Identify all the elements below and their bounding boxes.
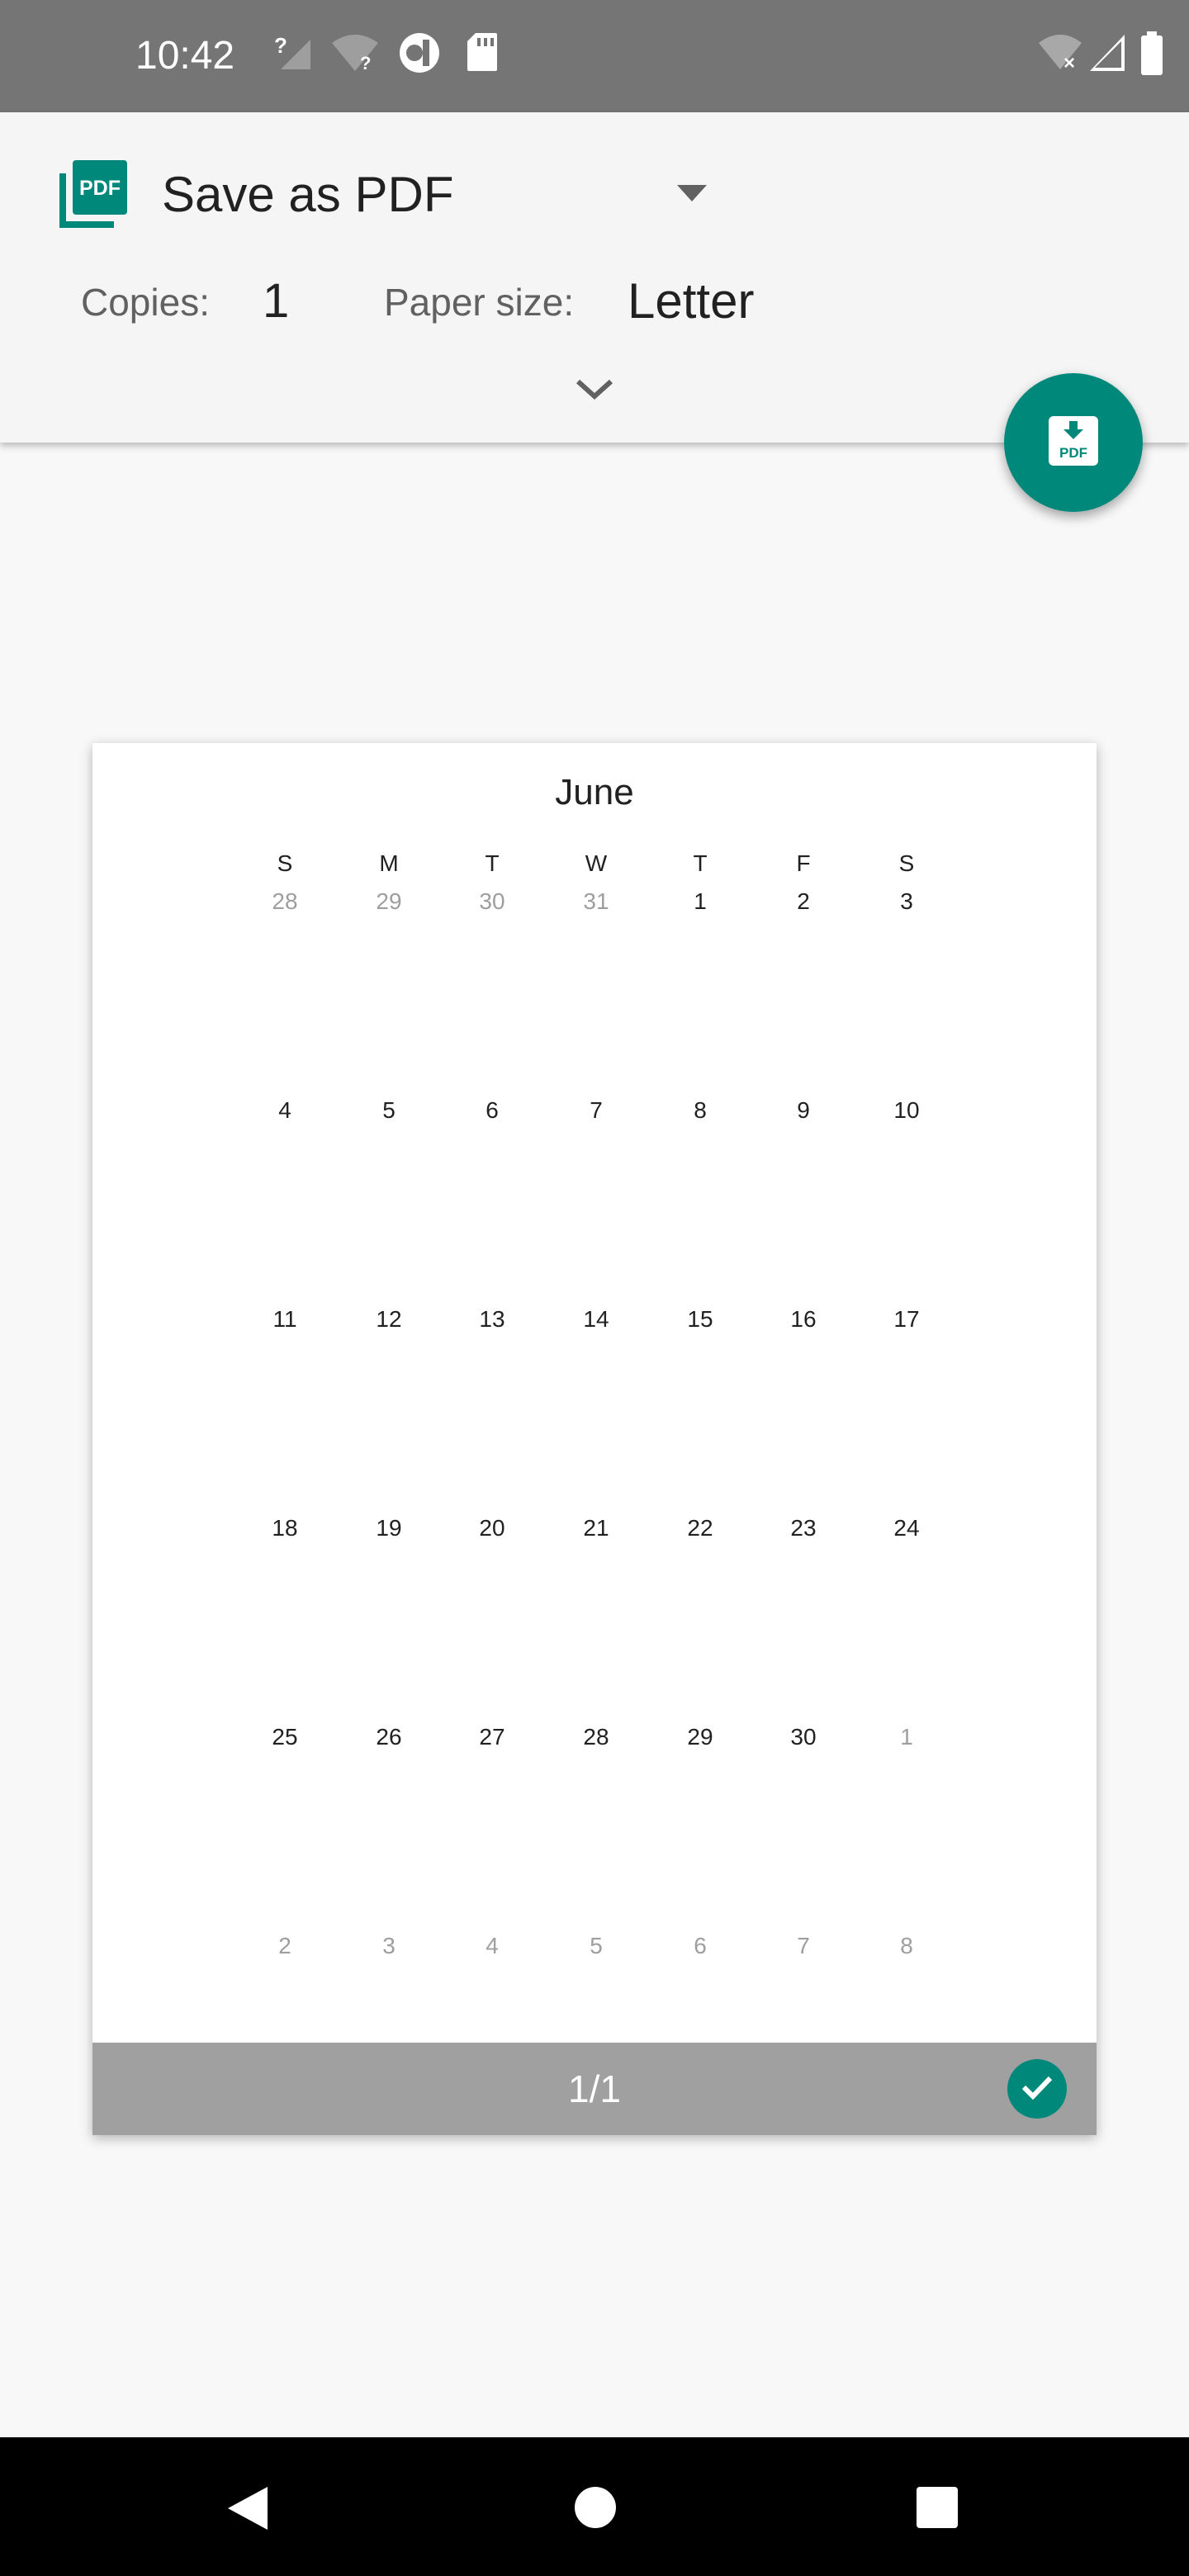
- weekday-label: W: [585, 850, 608, 876]
- svg-text:×: ×: [1063, 52, 1075, 73]
- printer-selector[interactable]: Save as PDF: [162, 163, 453, 226]
- calendar-day: 4: [486, 1933, 499, 1958]
- weekday-label: M: [379, 850, 399, 876]
- calendar-day: 28: [272, 888, 298, 914]
- calendar-day: 25: [272, 1724, 298, 1750]
- cell-signal-icon: [1088, 31, 1126, 77]
- calendar-day: 11: [272, 1306, 297, 1332]
- sd-card-icon: [466, 31, 499, 77]
- weekday-label: T: [485, 850, 500, 876]
- calendar-day: 12: [376, 1306, 402, 1332]
- calendar-day: 26: [376, 1724, 402, 1750]
- page-preview[interactable]: June S M T W T F S 28 29 30 31 1 2 3 4 5 6 7 8 9 10 11…: [92, 743, 1097, 2135]
- calendar-day: 23: [790, 1515, 817, 1541]
- check-icon: [1019, 2069, 1055, 2110]
- weekday-label: S: [277, 850, 293, 876]
- calendar-day: 13: [479, 1306, 505, 1332]
- navigation-bar: [0, 2437, 1189, 2576]
- calendar-day: 5: [590, 1933, 603, 1958]
- paper-size-label: Paper size:: [384, 281, 575, 324]
- calendar-day: 3: [900, 888, 913, 914]
- calendar-day: 31: [583, 888, 609, 914]
- app-notification-icon: [398, 31, 441, 78]
- calendar-day: 15: [687, 1306, 713, 1332]
- calendar-day: 21: [583, 1515, 609, 1541]
- calendar-day: 1: [694, 888, 707, 914]
- calendar-day: 6: [694, 1933, 707, 1958]
- wifi-unknown-icon: ?: [330, 31, 380, 77]
- calendar-day: 22: [687, 1515, 713, 1541]
- calendar-day: 5: [382, 1097, 396, 1123]
- svg-text:PDF: PDF: [1059, 445, 1087, 461]
- print-options-panel: PDF Save as PDF Copies: 1 Paper size: Le…: [0, 112, 1189, 443]
- calendar-day: 19: [376, 1515, 402, 1541]
- chevron-down-icon[interactable]: [575, 376, 614, 405]
- calendar-day: 10: [893, 1097, 920, 1123]
- calendar-day: 2: [278, 1933, 291, 1958]
- svg-text:PDF: PDF: [79, 177, 121, 200]
- calendar-day: 29: [687, 1724, 713, 1750]
- copies-value[interactable]: 1: [263, 272, 289, 330]
- calendar-day: 29: [376, 888, 402, 914]
- weekday-label: S: [898, 850, 915, 876]
- calendar-day: 8: [694, 1097, 707, 1123]
- calendar-day: 3: [382, 1933, 396, 1958]
- home-icon[interactable]: [573, 2485, 618, 2534]
- signal-unknown-icon: ?: [272, 31, 314, 77]
- weekday-label: T: [693, 850, 708, 876]
- calendar-day: 6: [486, 1097, 499, 1123]
- svg-text:?: ?: [274, 33, 287, 58]
- svg-text:?: ?: [360, 53, 371, 73]
- battery-icon: [1139, 31, 1164, 80]
- download-pdf-icon: PDF: [1047, 414, 1100, 471]
- page-footer: 1/1: [92, 2043, 1097, 2135]
- wifi-off-icon: ×: [1037, 31, 1083, 77]
- calendar-day: 7: [797, 1933, 810, 1958]
- calendar-day: 30: [790, 1724, 817, 1750]
- status-time: 10:42: [135, 34, 235, 78]
- calendar-day: 18: [272, 1515, 298, 1541]
- calendar-day: 9: [797, 1097, 810, 1123]
- calendar-day: 17: [893, 1306, 920, 1332]
- status-bar: 10:42 ? ? ×: [0, 0, 1189, 112]
- dropdown-arrow-icon[interactable]: [675, 183, 708, 207]
- calendar-day: 14: [583, 1306, 609, 1332]
- calendar-day: 20: [479, 1515, 505, 1541]
- calendar-day: 27: [479, 1724, 505, 1750]
- calendar-day: 28: [583, 1724, 609, 1750]
- paper-size-value[interactable]: Letter: [628, 272, 754, 330]
- page-number: 1/1: [568, 2067, 621, 2110]
- page-selected-check[interactable]: [1007, 2059, 1067, 2119]
- calendar-day: 24: [893, 1515, 920, 1541]
- calendar-day: 16: [790, 1306, 817, 1332]
- download-pdf-button[interactable]: PDF: [1004, 373, 1143, 512]
- recents-icon[interactable]: [915, 2485, 959, 2534]
- calendar-day: 2: [797, 888, 810, 914]
- back-icon[interactable]: [225, 2484, 271, 2537]
- calendar-day: 8: [900, 1933, 913, 1958]
- calendar-day: 1: [900, 1724, 913, 1750]
- calendar-day: 7: [590, 1097, 603, 1123]
- month-title: June: [555, 772, 634, 812]
- calendar-day: 4: [278, 1097, 291, 1123]
- calendar-day: 30: [479, 888, 505, 914]
- pdf-icon: PDF: [53, 155, 132, 234]
- weekday-label: F: [796, 850, 811, 876]
- copies-label: Copies:: [81, 281, 210, 324]
